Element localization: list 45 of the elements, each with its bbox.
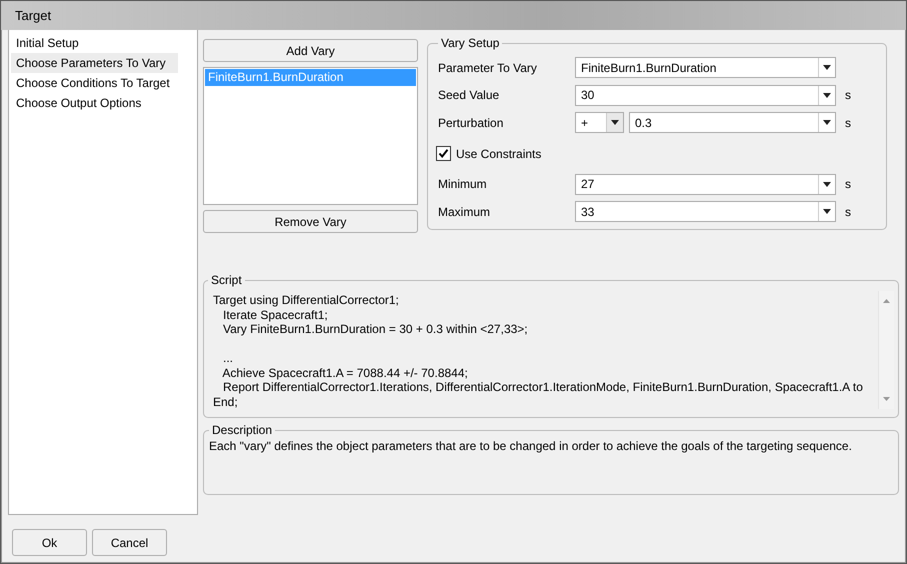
script-line: ... [222, 351, 234, 366]
script-line: Vary FiniteBurn1.BurnDuration = 30 + 0.3 within <27,33>; [222, 322, 528, 336]
caret-icon [823, 65, 831, 70]
remove-vary-button[interactable]: Remove Vary [203, 210, 418, 233]
sidebar-item[interactable]: Choose Conditions To Target [11, 73, 182, 93]
sidebar-item[interactable]: Initial Setup [11, 33, 91, 53]
caret-icon [823, 209, 831, 214]
caret-icon [823, 120, 831, 126]
checkbox[interactable] [436, 146, 451, 161]
unit-label: s [845, 88, 851, 102]
field-label: Minimum [438, 177, 488, 192]
field-label: Parameter To Vary [438, 60, 538, 75]
caret-icon [823, 92, 831, 98]
scroll-down-icon[interactable] [883, 397, 890, 401]
group-title: Script [210, 273, 243, 287]
script-line: End; [213, 394, 238, 409]
value-dropdown[interactable]: 33 [575, 201, 836, 222]
group-title: Description [211, 423, 274, 437]
field-label: Seed Value [438, 88, 500, 102]
dialog-button[interactable]: Ok [12, 529, 87, 556]
unit-label: s [845, 177, 851, 192]
script-line: Report DifferentialCorrector1.Iterations, DifferentialCorrector1.IterationMode, FiniteBurn1.BurnDuration, Spacecraft1.A to [222, 380, 863, 394]
unit-label: s [845, 204, 851, 219]
window-title: Target [15, 8, 52, 23]
field-label: Maximum [438, 204, 492, 219]
add-vary-button[interactable]: Add Vary [203, 39, 418, 62]
caret-icon [611, 120, 619, 126]
script-line: Iterate Spacecraft1; [222, 308, 328, 322]
unit-label: s [845, 116, 851, 130]
dialog-button[interactable]: Cancel [92, 529, 167, 556]
description-text: Each "vary" defines the object parameters that are to be changed in order to achieve the goals of the targeting sequence. [209, 439, 853, 453]
script-line: Target using DifferentialCorrector1; [213, 293, 399, 308]
checkbox-label: Use Constraints [456, 146, 542, 160]
caret-icon [823, 182, 831, 187]
value-dropdown[interactable]: 0.3 [629, 112, 836, 134]
value-dropdown[interactable]: 27 [575, 174, 836, 195]
value-dropdown[interactable]: FiniteBurn1.BurnDuration [575, 57, 836, 78]
group-title: Vary Setup [440, 36, 500, 50]
scroll-up-icon[interactable] [883, 299, 890, 303]
sign-dropdown[interactable]: + [575, 112, 624, 134]
field-label: Perturbation [438, 116, 504, 130]
script-line: Achieve Spacecraft1.A = 7088.44 +/- 70.8844; [221, 366, 468, 380]
sidebar-item[interactable]: Choose Parameters To Vary [11, 53, 178, 73]
value-dropdown[interactable]: 30 [575, 84, 836, 106]
sidebar-item[interactable]: Choose Output Options [11, 93, 154, 113]
